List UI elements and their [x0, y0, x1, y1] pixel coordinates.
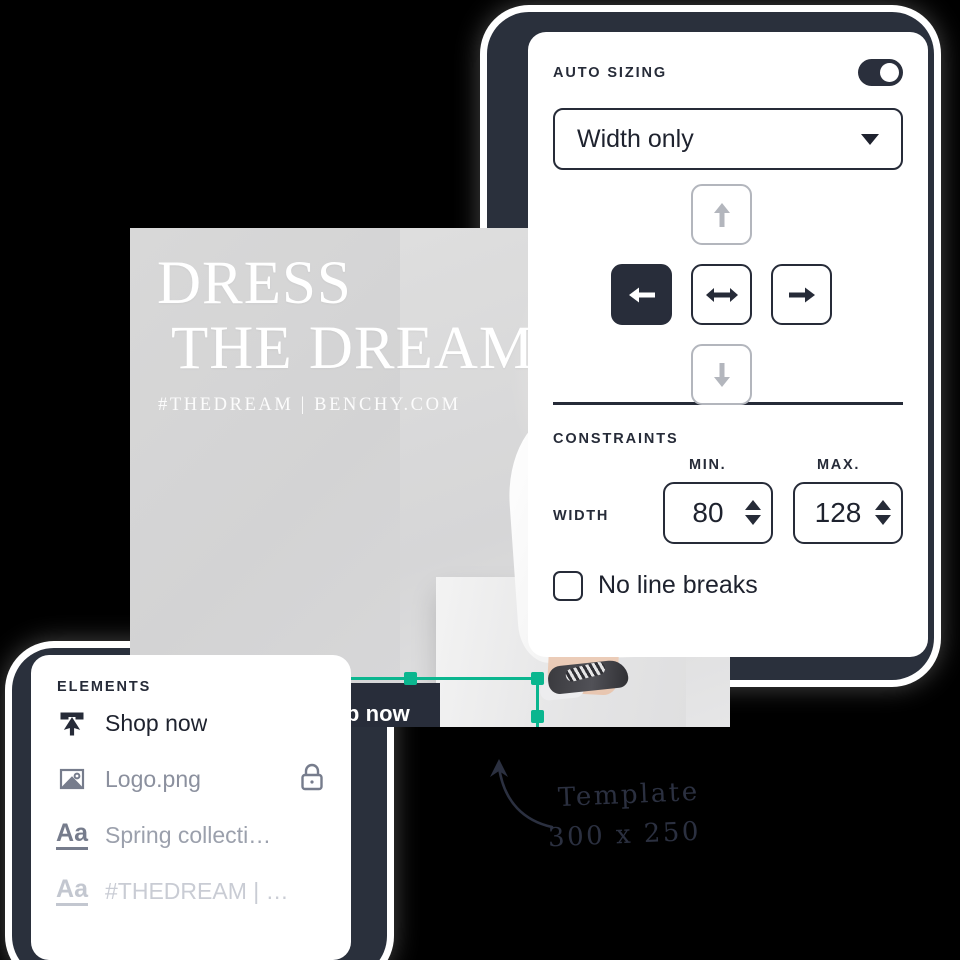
arrow-up-button[interactable] — [691, 184, 752, 245]
max-column-header: MAX. — [817, 456, 861, 473]
banner-headline: DRESS THE DREAM — [157, 253, 535, 382]
list-item[interactable]: Aa Spring collecti… — [56, 807, 325, 863]
banner-subline: #THEDREAM | BENCHY.COM — [158, 395, 461, 415]
auto-sizing-panel: AUTO SIZING Width only CONSTRAINTS MIN. … — [528, 32, 928, 657]
no-line-breaks-row[interactable]: No line breaks — [553, 570, 903, 601]
text-element-glyph: Aa — [56, 820, 88, 850]
stepper-down-icon[interactable] — [745, 515, 761, 525]
auto-sizing-row: AUTO SIZING — [553, 32, 903, 86]
direction-arrow-pad — [553, 184, 903, 405]
text-element-icon: Aa — [56, 876, 88, 906]
no-line-breaks-label: No line breaks — [598, 571, 758, 599]
text-element-icon: Aa — [56, 820, 88, 850]
width-min-spinner[interactable] — [745, 500, 761, 525]
text-element-glyph: Aa — [56, 876, 88, 906]
sizing-mode-value: Width only — [577, 124, 694, 153]
chevron-down-icon — [861, 133, 879, 145]
auto-sizing-label: AUTO SIZING — [553, 64, 668, 81]
annotation-line2: 300 x 250 — [547, 816, 702, 854]
constraints-grid: MIN. MAX. WIDTH 80 128 — [553, 455, 903, 567]
elements-panel-title: ELEMENTS — [57, 679, 152, 695]
stepper-down-icon[interactable] — [875, 515, 891, 525]
screenshot-root: Y. DRESS THE DREAM #THEDREAM | BENCHY.CO… — [0, 0, 960, 960]
annotation-line1: Template — [557, 776, 701, 814]
constraints-label: CONSTRAINTS — [553, 430, 679, 447]
stepper-up-icon[interactable] — [875, 500, 891, 510]
stepper-up-icon[interactable] — [745, 500, 761, 510]
button-element-icon — [57, 708, 87, 738]
auto-sizing-toggle[interactable] — [858, 59, 903, 86]
resize-handle-middle-right[interactable] — [531, 709, 544, 723]
sizing-mode-select[interactable]: Width only — [553, 108, 903, 170]
min-column-header: MIN. — [689, 456, 727, 473]
list-item-label: Logo.png — [105, 765, 201, 792]
no-line-breaks-checkbox[interactable] — [553, 570, 583, 601]
width-max-stepper[interactable]: 128 — [793, 481, 903, 544]
resize-handle-top-center[interactable] — [403, 672, 417, 685]
list-item-label: Shop now — [105, 709, 208, 736]
banner-headline-line2: THE DREAM — [171, 314, 535, 382]
width-row-label: WIDTH — [553, 507, 610, 524]
image-element-icon — [57, 764, 87, 794]
width-max-value[interactable]: 128 — [801, 497, 875, 529]
annotation-group: Template 300 x 250 — [470, 745, 740, 865]
list-item[interactable]: Aa #THEDREAM | … — [56, 863, 325, 919]
arrow-horizontal-button[interactable] — [691, 264, 752, 325]
list-item-label: Spring collecti… — [105, 821, 272, 848]
list-item-label: #THEDREAM | … — [105, 877, 289, 904]
list-item[interactable]: Logo.png — [57, 751, 325, 807]
width-max-spinner[interactable] — [875, 500, 891, 525]
lock-icon[interactable] — [299, 762, 325, 797]
width-min-stepper[interactable]: 80 — [663, 481, 773, 544]
resize-handle-top-right[interactable] — [531, 672, 544, 685]
arrow-left-button[interactable] — [611, 264, 672, 325]
width-min-value[interactable]: 80 — [671, 497, 745, 529]
list-item[interactable]: Shop now — [57, 695, 325, 751]
curved-arrow-icon — [490, 759, 554, 829]
toggle-knob — [880, 63, 899, 82]
elements-panel: ELEMENTS Shop now Logo.png Aa Spring col… — [31, 655, 351, 960]
banner-headline-line1: DRESS — [157, 250, 352, 317]
arrow-right-button[interactable] — [771, 264, 832, 325]
arrow-down-button[interactable] — [691, 344, 752, 405]
